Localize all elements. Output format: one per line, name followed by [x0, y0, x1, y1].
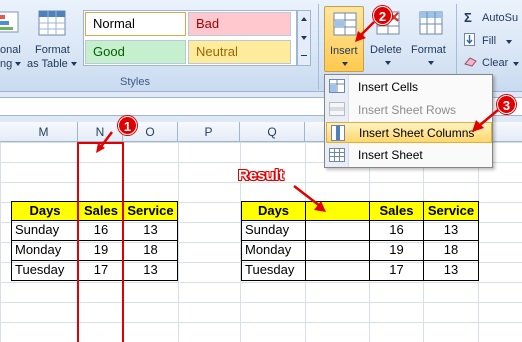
conditional-formatting-label-bottom: ng: [0, 58, 13, 70]
column-header-m[interactable]: M: [10, 122, 78, 142]
format-as-table-button[interactable]: Format as Table: [27, 8, 79, 70]
conditional-formatting-icon: [0, 10, 20, 34]
chevron-down-icon: [513, 62, 519, 66]
chevron-down-icon: [506, 40, 512, 44]
fill-button[interactable]: Fill: [462, 33, 522, 49]
column-header-q[interactable]: Q: [240, 122, 305, 142]
result-cell-day[interactable]: Sunday: [241, 220, 306, 241]
table-header-days[interactable]: Days: [11, 201, 79, 221]
result-cell-sales[interactable]: 16: [369, 220, 424, 241]
column-highlight-left: [77, 142, 79, 342]
chevron-down-icon: [15, 62, 21, 66]
style-bad[interactable]: Bad: [188, 12, 291, 36]
autosum-button[interactable]: Σ AutoSu: [462, 10, 522, 26]
format-as-table-label-line1: Format: [35, 44, 70, 56]
menu-item-insert-cells[interactable]: Insert Cells: [350, 77, 492, 97]
format-cells-icon: [419, 10, 443, 36]
group-separator: [318, 4, 319, 90]
result-label: Result: [238, 167, 284, 184]
style-good[interactable]: Good: [85, 40, 186, 64]
gridline: [178, 142, 179, 342]
table-header-sales[interactable]: Sales: [78, 201, 124, 221]
styles-group-label: Styles: [120, 76, 150, 88]
conditional-formatting-button[interactable]: onal ng: [0, 8, 27, 70]
insert-sheet-menu-icon: [329, 148, 345, 162]
step1-arrow-icon: [96, 131, 113, 153]
table-cell-day[interactable]: Tuesday: [11, 260, 79, 281]
format-as-table-label-line2: as Table: [27, 58, 68, 70]
column-header-p[interactable]: P: [178, 122, 240, 142]
clear-label: Clear: [482, 57, 509, 69]
result-cell-service[interactable]: 18: [423, 240, 479, 261]
sigma-icon: Σ: [464, 10, 472, 25]
style-neutral[interactable]: Neutral: [188, 40, 291, 64]
insert-columns-menu-icon: [331, 125, 345, 141]
result-cell-sales[interactable]: 17: [369, 260, 424, 281]
result-cell-inserted[interactable]: [305, 220, 370, 241]
format-label: Format: [411, 44, 446, 56]
autosum-label: AutoSu: [482, 12, 519, 24]
result-cell-inserted[interactable]: [305, 240, 370, 261]
table-cell-sales[interactable]: 17: [78, 260, 124, 281]
style-normal[interactable]: Normal: [85, 12, 186, 36]
chevron-down-icon: [71, 62, 77, 66]
result-cell-service[interactable]: 13: [423, 220, 479, 241]
table-cell-day[interactable]: Sunday: [11, 220, 79, 241]
gallery-scroll[interactable]: [297, 10, 311, 66]
chevron-down-icon: [428, 61, 434, 65]
result-header-service[interactable]: Service: [423, 201, 479, 221]
result-arrow-icon: [293, 185, 326, 212]
clear-button[interactable]: Clear: [462, 55, 522, 71]
conditional-formatting-label-top: onal: [0, 44, 21, 56]
chevron-down-icon: [342, 62, 348, 66]
table-cell-sales[interactable]: 19: [78, 240, 124, 261]
table-cell-service[interactable]: 18: [123, 240, 178, 261]
eraser-icon: [464, 56, 477, 67]
table-cell-sales[interactable]: 16: [78, 220, 124, 241]
more-icon: [301, 55, 307, 56]
table-cell-service[interactable]: 13: [123, 220, 178, 241]
menu-item-insert-sheet[interactable]: Insert Sheet: [350, 145, 492, 165]
format-as-table-icon: [38, 10, 66, 36]
result-cell-inserted[interactable]: [305, 260, 370, 281]
table-cell-day[interactable]: Monday: [11, 240, 79, 261]
chevron-down-icon: [385, 61, 391, 65]
result-cell-service[interactable]: 13: [423, 260, 479, 281]
table-header-service[interactable]: Service: [123, 201, 178, 221]
scroll-up-icon: [301, 17, 307, 21]
result-cell-day[interactable]: Tuesday: [241, 260, 306, 281]
result-header-sales[interactable]: Sales: [369, 201, 424, 221]
column-highlight-right: [122, 142, 124, 342]
insert-rows-menu-icon: [329, 102, 345, 116]
step3-arrow-icon: [472, 109, 499, 132]
insert-cells-menu-icon: [329, 79, 345, 93]
step2-arrow-icon: [355, 21, 375, 42]
fill-label: Fill: [482, 35, 497, 47]
result-cell-day[interactable]: Monday: [241, 240, 306, 261]
table-cell-service[interactable]: 13: [123, 260, 178, 281]
fill-down-icon: [464, 33, 475, 46]
result-cell-sales[interactable]: 19: [369, 240, 424, 261]
step1-badge: 1: [118, 116, 137, 135]
format-button[interactable]: Format: [409, 6, 453, 72]
scroll-down-icon: [301, 36, 307, 40]
